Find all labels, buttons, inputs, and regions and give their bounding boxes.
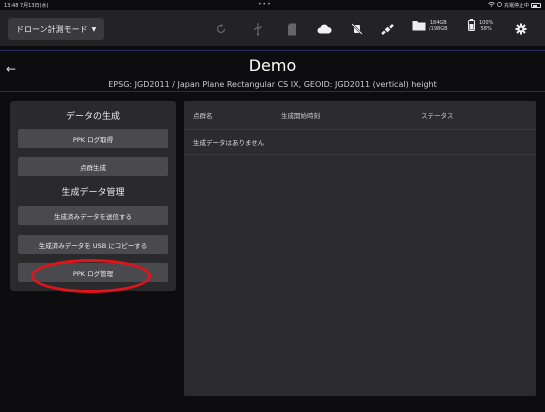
status-time: 13:48 7月13日(水)	[4, 3, 49, 9]
send-data-button[interactable]: 生成済みデータを送信する	[18, 206, 168, 225]
mode-label: ドローン計測モード	[16, 24, 88, 34]
column-header-status: ステータス	[421, 112, 454, 120]
crs-subtitle: EPSG: JGD2011 / Japan Plane Rectangular …	[108, 80, 437, 89]
status-right: 充電停止中	[488, 2, 541, 9]
location-icon	[497, 2, 502, 9]
multitask-dots[interactable]: •••	[258, 1, 272, 8]
empty-message: 生成データはありません	[193, 139, 265, 147]
battery-2-value: 58%	[480, 25, 492, 32]
battery-vertical-icon	[468, 16, 475, 35]
charging-status-text: 充電停止中	[503, 3, 529, 9]
page-title: Demo	[248, 56, 297, 75]
device-off-icon[interactable]	[348, 20, 366, 38]
caret-down-icon: ▼	[91, 25, 97, 33]
column-header-start-time: 生成開始時刻	[281, 112, 320, 120]
toolbar: ドローン計測モード ▼ 184GB /198GB 100% 58%	[0, 10, 545, 46]
section-title-generate: データの生成	[65, 112, 120, 122]
battery-icon	[531, 3, 541, 8]
project-header: ← Demo EPSG: JGD2011 / Japan Plane Recta…	[0, 50, 545, 92]
empty-message-row: 生成データはありません	[184, 129, 536, 155]
column-header-name: 点群名	[193, 112, 213, 120]
usb-icon[interactable]	[249, 20, 267, 38]
storage-used: 184GB	[429, 19, 447, 26]
point-cloud-generate-button[interactable]: 点群生成	[18, 157, 168, 176]
wifi-icon	[488, 2, 495, 9]
table-header: 点群名 生成開始時刻 ステータス	[184, 101, 536, 129]
storage-indicator[interactable]: 184GB /198GB	[412, 16, 448, 35]
storage-total: /198GB	[429, 25, 448, 32]
battery-text: 100% 58%	[479, 20, 493, 32]
folder-icon	[412, 16, 426, 35]
mode-dropdown[interactable]: ドローン計測モード ▼	[8, 18, 104, 40]
status-bar: 13:48 7月13日(水) ••• 充電停止中	[0, 0, 545, 10]
refresh-icon[interactable]	[212, 20, 230, 38]
copy-usb-button[interactable]: 生成済みデータを USB にコピーする	[18, 235, 168, 254]
generated-data-table: 点群名 生成開始時刻 ステータス 生成データはありません	[184, 101, 536, 396]
section-title-manage: 生成データ管理	[61, 188, 125, 198]
ppk-log-get-button[interactable]: PPK ログ取得	[18, 129, 168, 148]
ppk-log-manage-button[interactable]: PPK ログ管理	[18, 263, 168, 282]
battery-1-value: 100%	[479, 19, 494, 26]
sd-card-icon[interactable]	[283, 20, 301, 38]
storage-text: 184GB /198GB	[429, 20, 448, 32]
satellite-icon[interactable]	[378, 20, 396, 38]
cloud-icon[interactable]	[315, 20, 333, 38]
battery-indicator[interactable]: 100% 58%	[468, 16, 493, 35]
action-panel: データの生成 PPK ログ取得 点群生成 生成データ管理 生成済みデータを送信す…	[10, 101, 176, 291]
settings-gear-icon[interactable]	[512, 20, 530, 38]
